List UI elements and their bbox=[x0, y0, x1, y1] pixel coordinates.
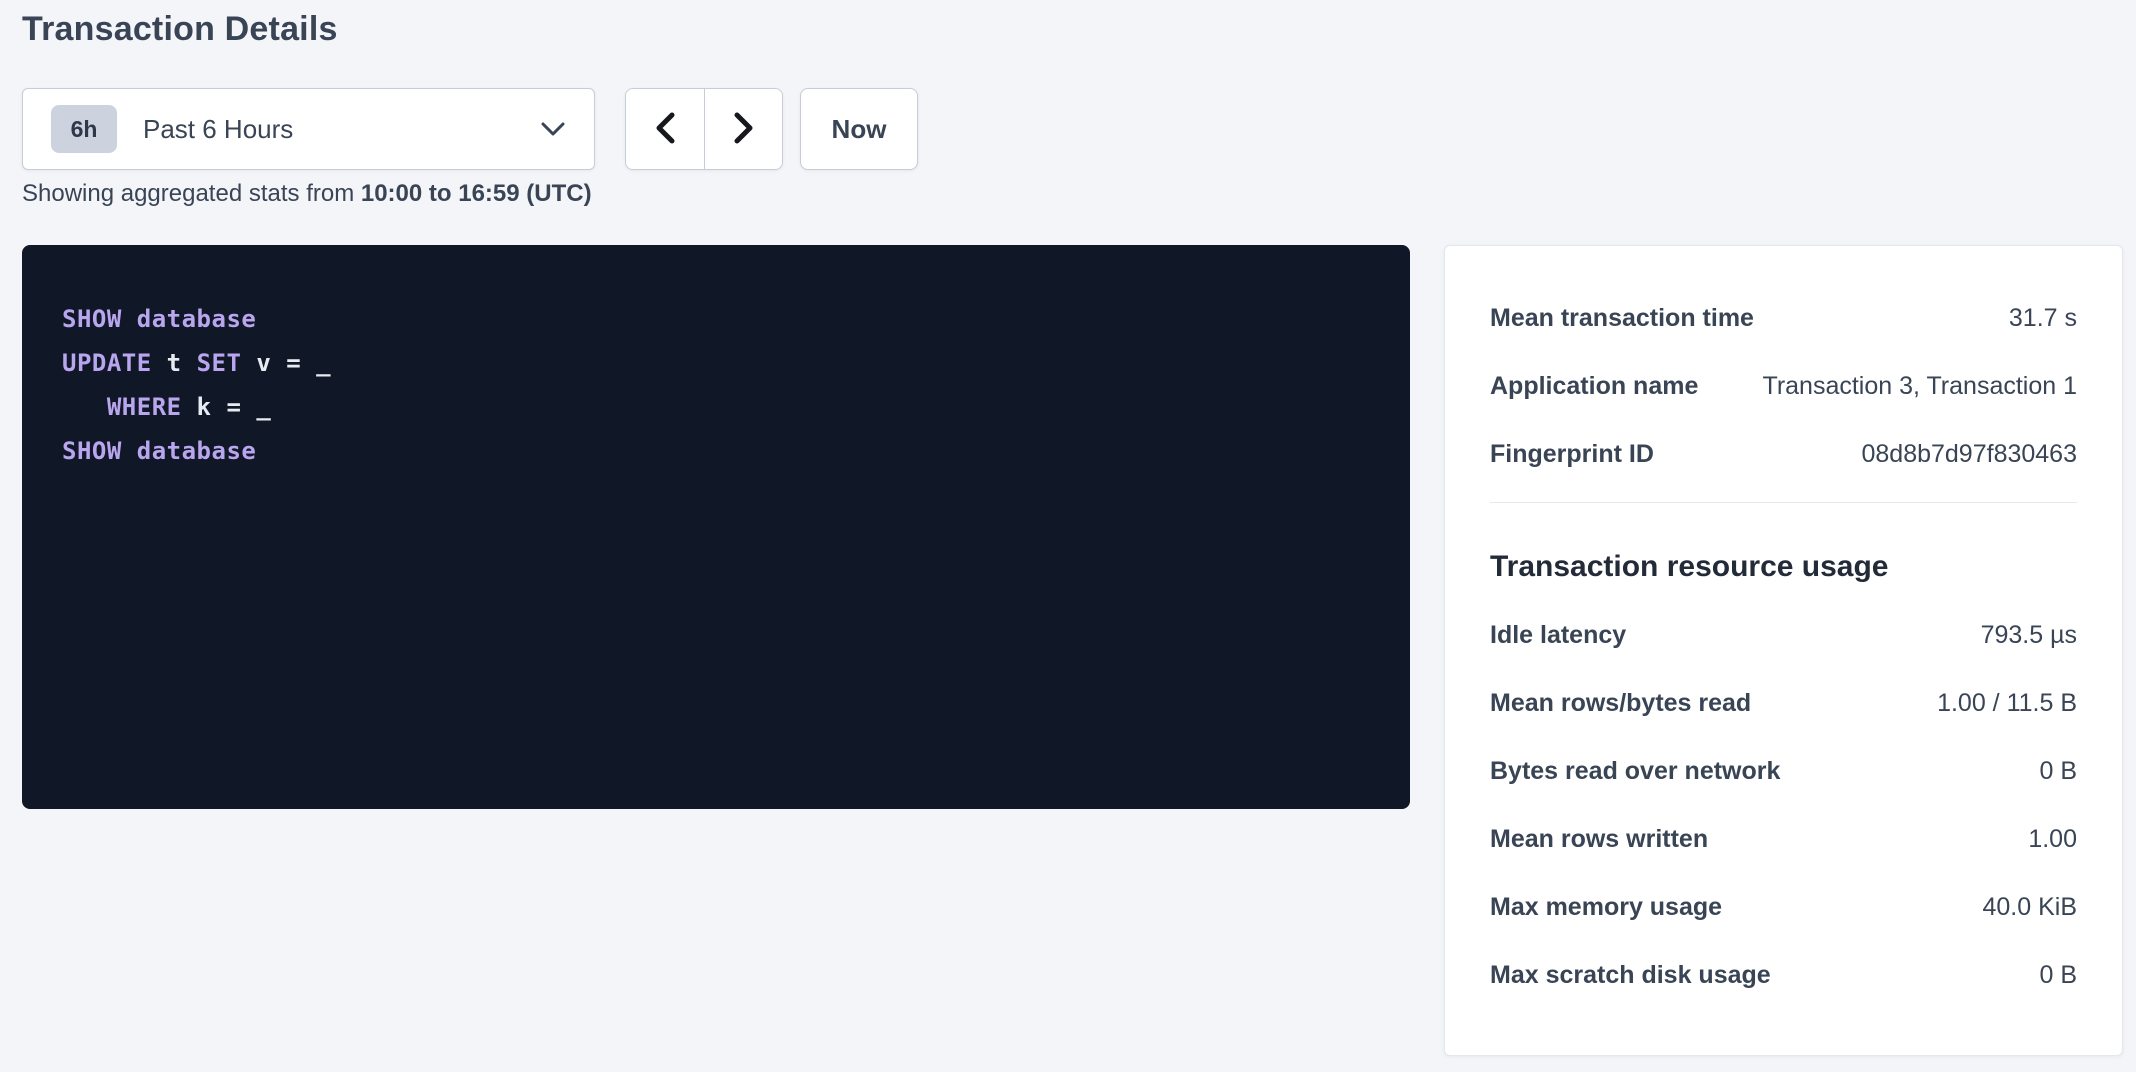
resource-usage-heading: Transaction resource usage bbox=[1490, 547, 2077, 587]
aggregated-stats-prefix: Showing aggregated stats from bbox=[22, 180, 361, 207]
stat-value: 0 B bbox=[2039, 953, 2077, 997]
stat-row: Mean rows/bytes read 1.00 / 11.5 B bbox=[1490, 681, 2077, 725]
stat-label: Application name bbox=[1490, 364, 1698, 408]
sql-keyword: UPDATE bbox=[62, 349, 152, 377]
stat-row: Mean rows written 1.00 bbox=[1490, 817, 2077, 861]
sql-text bbox=[122, 437, 137, 465]
sql-text bbox=[62, 393, 107, 421]
stat-row: Mean transaction time 31.7 s bbox=[1490, 296, 2077, 340]
sql-line: WHERE k = _ bbox=[62, 385, 1370, 429]
sql-keyword: SET bbox=[197, 349, 242, 377]
sql-line: SHOW database bbox=[62, 297, 1370, 341]
summary-stats: Mean transaction time 31.7 s Application n… bbox=[1490, 296, 2077, 476]
stat-value: 793.5 µs bbox=[1981, 613, 2077, 657]
now-button[interactable]: Now bbox=[800, 88, 918, 170]
stat-value: 1.00 / 11.5 B bbox=[1937, 681, 2077, 725]
transaction-sql-statements: SHOW databaseUPDATE t SET v = _ WHERE k … bbox=[22, 245, 1410, 809]
stat-label: Mean transaction time bbox=[1490, 296, 1754, 340]
stat-label: Max scratch disk usage bbox=[1490, 953, 1771, 997]
stat-label: Idle latency bbox=[1490, 613, 1626, 657]
page-title: Transaction Details bbox=[22, 10, 338, 49]
resource-stats: Idle latency 793.5 µs Mean rows/bytes read… bbox=[1490, 613, 2077, 997]
stat-value: 31.7 s bbox=[2009, 296, 2077, 340]
stat-row: Max memory usage 40.0 KiB bbox=[1490, 885, 2077, 929]
stat-row: Idle latency 793.5 µs bbox=[1490, 613, 2077, 657]
sql-text: t bbox=[152, 349, 197, 377]
sql-keyword: database bbox=[137, 305, 257, 333]
stat-label: Bytes read over network bbox=[1490, 749, 1780, 793]
next-time-range-button[interactable] bbox=[704, 89, 782, 169]
card-divider bbox=[1490, 502, 2077, 503]
stat-label: Fingerprint ID bbox=[1490, 432, 1654, 476]
sql-keyword: database bbox=[137, 437, 257, 465]
stat-value: 08d8b7d97f830463 bbox=[1861, 432, 2077, 476]
chevron-right-icon bbox=[732, 111, 756, 148]
previous-time-range-button[interactable] bbox=[626, 89, 704, 169]
sql-line: UPDATE t SET v = _ bbox=[62, 341, 1370, 385]
sql-text: k = _ bbox=[182, 393, 272, 421]
sql-text: v = _ bbox=[241, 349, 331, 377]
transaction-stats-card: Mean transaction time 31.7 s Application n… bbox=[1444, 245, 2123, 1056]
stat-value: 0 B bbox=[2039, 749, 2077, 793]
stat-row: Fingerprint ID 08d8b7d97f830463 bbox=[1490, 432, 2077, 476]
chevron-down-icon bbox=[540, 121, 566, 137]
stat-label: Max memory usage bbox=[1490, 885, 1722, 929]
stat-label: Mean rows/bytes read bbox=[1490, 681, 1751, 725]
time-range-label: Past 6 Hours bbox=[143, 114, 293, 145]
sql-text bbox=[122, 305, 137, 333]
time-range-badge: 6h bbox=[51, 105, 117, 153]
aggregated-stats-summary: Showing aggregated stats from 10:00 to 1… bbox=[22, 180, 592, 208]
sql-line: SHOW database bbox=[62, 429, 1370, 473]
stat-row: Application name Transaction 3, Transacti… bbox=[1490, 364, 2077, 408]
stat-value: 1.00 bbox=[2028, 817, 2077, 861]
sql-keyword: SHOW bbox=[62, 437, 122, 465]
stat-label: Mean rows written bbox=[1490, 817, 1708, 861]
aggregated-stats-range: 10:00 to 16:59 (UTC) bbox=[361, 180, 592, 207]
time-range-stepper bbox=[625, 88, 783, 170]
stat-value: 40.0 KiB bbox=[1982, 885, 2077, 929]
chevron-left-icon bbox=[653, 111, 677, 148]
sql-keyword: WHERE bbox=[107, 393, 182, 421]
sql-keyword: SHOW bbox=[62, 305, 122, 333]
stat-row: Bytes read over network 0 B bbox=[1490, 749, 2077, 793]
stat-row: Max scratch disk usage 0 B bbox=[1490, 953, 2077, 997]
stat-value: Transaction 3, Transaction 1 bbox=[1762, 364, 2077, 408]
time-range-dropdown[interactable]: 6h Past 6 Hours bbox=[22, 88, 595, 170]
